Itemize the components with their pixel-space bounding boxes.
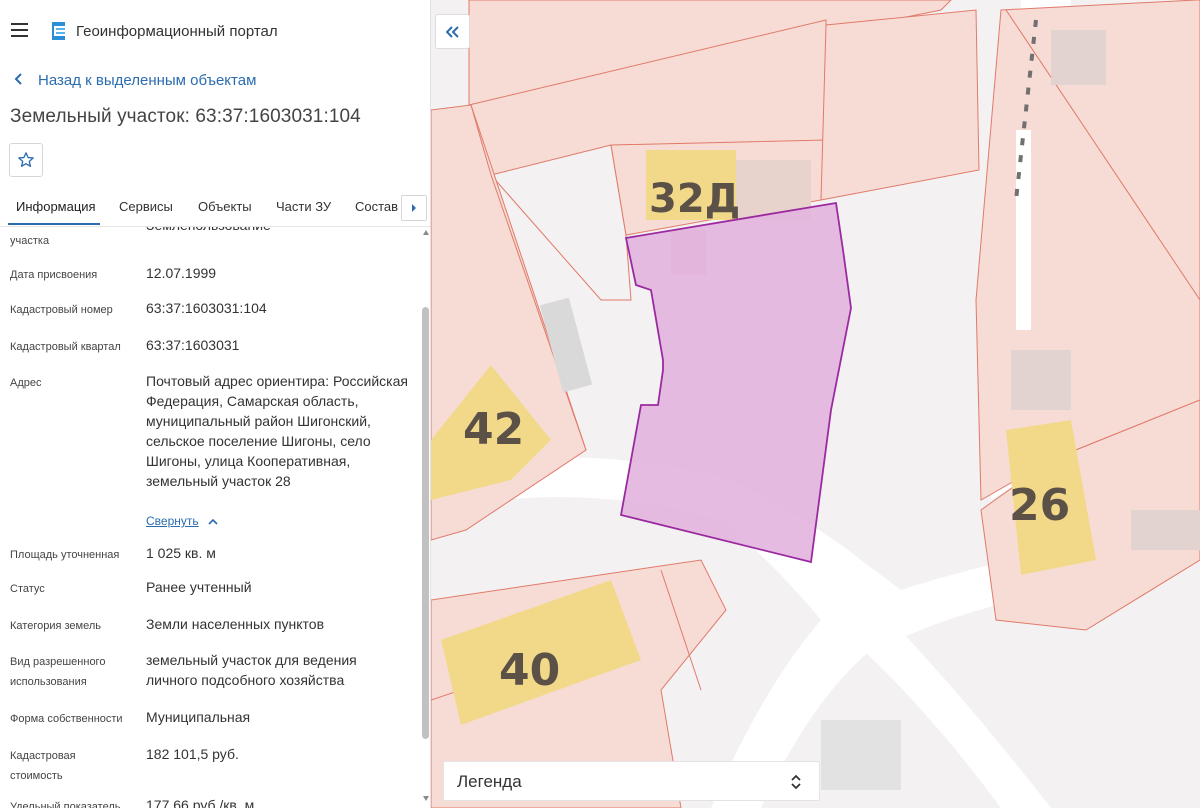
info-value: Ранее учтенный: [146, 579, 252, 595]
legend-label: Легенда: [457, 772, 522, 791]
app-title: Геоинформационный портал: [76, 23, 278, 40]
collapse-panel-button[interactable]: [435, 14, 470, 49]
cadastral-map[interactable]: 32Д 42 26 40: [431, 0, 1200, 808]
tab-objects[interactable]: Объекты: [198, 199, 252, 214]
back-to-selection-link[interactable]: Назад к выделенным объектам: [14, 72, 256, 89]
info-value: 63:37:1603031: [146, 337, 240, 353]
house-number-label: 42: [463, 404, 524, 455]
info-value: Земли населенных пунктов: [146, 616, 325, 632]
info-value: 1 025 кв. м: [146, 545, 216, 561]
tab-parts[interactable]: Части ЗУ: [276, 199, 331, 214]
info-label: Кадастровый номер: [10, 304, 113, 316]
chevron-up-icon[interactable]: [208, 517, 218, 527]
tab-services[interactable]: Сервисы: [119, 199, 173, 214]
info-label: Форма собственности: [10, 713, 123, 725]
scroll-down-arrow-icon[interactable]: [423, 796, 429, 801]
page-title: Земельный участок: 63:37:1603031:104: [10, 106, 361, 127]
info-list: Вид земельного участка Землепользование …: [0, 227, 420, 808]
chevron-left-icon: [14, 72, 28, 89]
info-scrollbar[interactable]: [421, 227, 430, 808]
scrollbar-thumb[interactable]: [422, 307, 429, 739]
house-number-label: 26: [1009, 480, 1070, 531]
info-label: Адрес: [10, 377, 42, 389]
caret-right-icon: [412, 204, 416, 212]
tabs-scroll-right-button[interactable]: [401, 195, 427, 221]
info-label: Статус: [10, 583, 45, 595]
active-tab-indicator: [8, 223, 100, 225]
info-label: Вид разрешенного использования: [10, 656, 106, 688]
tab-information[interactable]: Информация: [16, 199, 96, 214]
tab-composition[interactable]: Состав: [355, 199, 398, 214]
building: [1131, 510, 1200, 550]
map-view[interactable]: 32Д 42 26 40: [431, 0, 1200, 808]
house-number-label: 32Д: [649, 176, 740, 222]
info-label: Площадь уточненная: [10, 549, 120, 561]
sort-arrows-icon: [791, 774, 801, 790]
building: [821, 720, 901, 790]
info-panel: Геоинформационный портал Назад к выделен…: [0, 0, 431, 808]
building: [1051, 30, 1106, 85]
star-icon: [18, 152, 34, 167]
favorite-button[interactable]: [9, 143, 43, 177]
info-value: 182 101,5 руб.: [146, 746, 239, 762]
portal-logo-icon: [52, 22, 65, 40]
collapse-link[interactable]: Свернуть: [146, 514, 199, 528]
info-value: Землепользование: [146, 227, 406, 235]
info-value: земельный участок для ведения личного по…: [146, 652, 357, 688]
info-label: Дата присвоения: [10, 269, 98, 281]
info-value: Почтовый адрес ориентира: Российская Фед…: [146, 373, 408, 489]
legend-dropdown[interactable]: Легенда: [443, 761, 820, 801]
hamburger-icon[interactable]: [10, 21, 30, 39]
info-value: 177,66 руб./кв. м: [146, 797, 255, 808]
app-header: Геоинформационный портал: [0, 0, 430, 62]
info-value: 63:37:1603031:104: [146, 300, 267, 316]
info-label: Вид земельного участка: [10, 235, 50, 247]
info-label: Кадастровый квартал: [10, 341, 121, 353]
house-number-label: 40: [499, 645, 560, 696]
tab-bar: Информация Сервисы Объекты Части ЗУ Сост…: [0, 190, 430, 227]
building: [1011, 350, 1071, 410]
info-label: Категория земель: [10, 620, 101, 632]
path: [1016, 130, 1031, 330]
info-value: 12.07.1999: [146, 265, 217, 281]
parcel: [820, 9, 980, 201]
double-chevron-left-icon: [445, 25, 459, 38]
info-label: Кадастровая стоимость: [10, 750, 76, 782]
scroll-up-arrow-icon[interactable]: [423, 230, 429, 235]
back-link-label: Назад к выделенным объектам: [38, 72, 257, 89]
info-label: Удельный показатель: [10, 801, 121, 808]
info-value: Муниципальная: [146, 709, 251, 725]
